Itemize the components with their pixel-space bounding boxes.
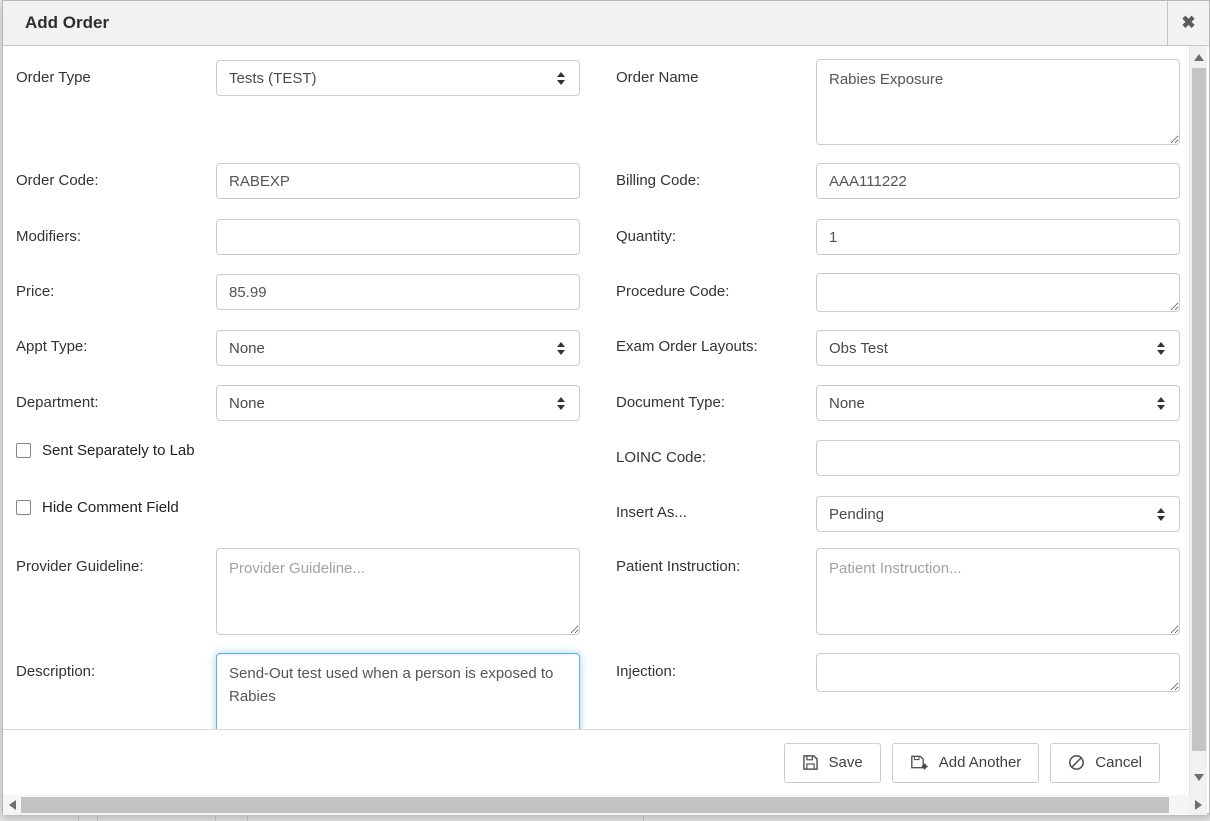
order-code-input[interactable] bbox=[216, 163, 580, 199]
save-plus-icon bbox=[910, 754, 929, 771]
dialog-body: Order Type Tests (TEST) Order Name Rabie… bbox=[3, 46, 1189, 729]
procedure-code-textarea[interactable] bbox=[816, 273, 1180, 312]
document-type-selected-value: None bbox=[829, 395, 865, 412]
provider-guideline-label: Provider Guideline: bbox=[16, 558, 144, 575]
patient-instruction-textarea[interactable] bbox=[816, 548, 1180, 635]
sent-separately-label: Sent Separately to Lab bbox=[42, 442, 195, 459]
dialog-footer: Save Add Another Cancel bbox=[3, 729, 1189, 795]
department-select[interactable]: None bbox=[216, 385, 580, 421]
updown-caret-icon bbox=[557, 342, 565, 355]
updown-caret-icon bbox=[1157, 508, 1165, 521]
dialog-header: Add Order ✖ bbox=[3, 1, 1209, 46]
scroll-up-arrow[interactable] bbox=[1190, 48, 1207, 66]
horizontal-scrollbar-thumb[interactable] bbox=[21, 797, 1169, 813]
quantity-label: Quantity: bbox=[616, 228, 676, 245]
appt-type-label: Appt Type: bbox=[16, 338, 87, 355]
insert-as-select[interactable]: Pending bbox=[816, 496, 1180, 532]
page-background bbox=[0, 814, 1210, 821]
insert-as-selected-value: Pending bbox=[829, 506, 884, 523]
order-type-label: Order Type bbox=[16, 69, 91, 86]
billing-code-label: Billing Code: bbox=[616, 172, 700, 189]
hide-comment-label: Hide Comment Field bbox=[42, 499, 179, 516]
background-table-line bbox=[247, 814, 248, 821]
cancel-button[interactable]: Cancel bbox=[1050, 743, 1160, 783]
hide-comment-checkbox-row[interactable]: Hide Comment Field bbox=[16, 499, 179, 516]
add-another-button-label: Add Another bbox=[939, 754, 1022, 771]
horizontal-scrollbar[interactable] bbox=[3, 795, 1189, 815]
procedure-code-label: Procedure Code: bbox=[616, 283, 729, 300]
sent-separately-checkbox-row[interactable]: Sent Separately to Lab bbox=[16, 442, 195, 459]
document-type-label: Document Type: bbox=[616, 394, 725, 411]
loinc-code-label: LOINC Code: bbox=[616, 449, 706, 466]
department-selected-value: None bbox=[229, 395, 265, 412]
close-icon: ✖ bbox=[1181, 13, 1195, 33]
close-button[interactable]: ✖ bbox=[1167, 1, 1209, 45]
cancel-button-label: Cancel bbox=[1095, 754, 1142, 771]
injection-label: Injection: bbox=[616, 663, 676, 680]
save-icon bbox=[802, 754, 819, 771]
hide-comment-checkbox[interactable] bbox=[16, 500, 31, 515]
add-order-dialog: Add Order ✖ Order Type Tests (TEST) Orde… bbox=[2, 0, 1210, 814]
updown-caret-icon bbox=[1157, 342, 1165, 355]
order-type-selected-value: Tests (TEST) bbox=[229, 70, 317, 87]
save-button[interactable]: Save bbox=[784, 743, 881, 783]
price-label: Price: bbox=[16, 283, 54, 300]
order-code-label: Order Code: bbox=[16, 172, 99, 189]
vertical-scrollbar[interactable] bbox=[1189, 46, 1207, 795]
save-button-label: Save bbox=[829, 754, 863, 771]
insert-as-label: Insert As... bbox=[616, 504, 687, 521]
sent-separately-checkbox[interactable] bbox=[16, 443, 31, 458]
quantity-input[interactable] bbox=[816, 219, 1180, 255]
background-table-line bbox=[97, 814, 98, 821]
patient-instruction-label: Patient Instruction: bbox=[616, 558, 740, 575]
loinc-code-input[interactable] bbox=[816, 440, 1180, 476]
exam-order-layouts-selected-value: Obs Test bbox=[829, 340, 888, 357]
background-table-line bbox=[215, 814, 216, 821]
price-input[interactable] bbox=[216, 274, 580, 310]
modifiers-input[interactable] bbox=[216, 219, 580, 255]
scroll-down-arrow[interactable] bbox=[1190, 768, 1207, 786]
provider-guideline-textarea[interactable] bbox=[216, 548, 580, 635]
appt-type-selected-value: None bbox=[229, 340, 265, 357]
billing-code-input[interactable] bbox=[816, 163, 1180, 199]
vertical-scrollbar-thumb[interactable] bbox=[1192, 68, 1206, 751]
updown-caret-icon bbox=[557, 72, 565, 85]
order-name-textarea[interactable]: Rabies Exposure bbox=[816, 59, 1180, 145]
description-label: Description: bbox=[16, 663, 95, 680]
order-type-select[interactable]: Tests (TEST) bbox=[216, 60, 580, 96]
description-textarea[interactable]: Send-Out test used when a person is expo… bbox=[216, 653, 580, 729]
scroll-left-arrow[interactable] bbox=[3, 795, 21, 815]
background-table-line bbox=[78, 814, 79, 821]
background-table-line bbox=[643, 814, 644, 821]
add-another-button[interactable]: Add Another bbox=[892, 743, 1040, 783]
injection-textarea[interactable] bbox=[816, 653, 1180, 692]
scroll-right-arrow[interactable] bbox=[1189, 795, 1207, 815]
dialog-title: Add Order bbox=[25, 1, 109, 45]
order-name-label: Order Name bbox=[616, 69, 699, 86]
appt-type-select[interactable]: None bbox=[216, 330, 580, 366]
modifiers-label: Modifiers: bbox=[16, 228, 81, 245]
exam-order-layouts-select[interactable]: Obs Test bbox=[816, 330, 1180, 366]
document-type-select[interactable]: None bbox=[816, 385, 1180, 421]
department-label: Department: bbox=[16, 394, 99, 411]
cancel-icon bbox=[1068, 754, 1085, 771]
updown-caret-icon bbox=[557, 397, 565, 410]
updown-caret-icon bbox=[1157, 397, 1165, 410]
exam-order-layouts-label: Exam Order Layouts: bbox=[616, 338, 758, 355]
